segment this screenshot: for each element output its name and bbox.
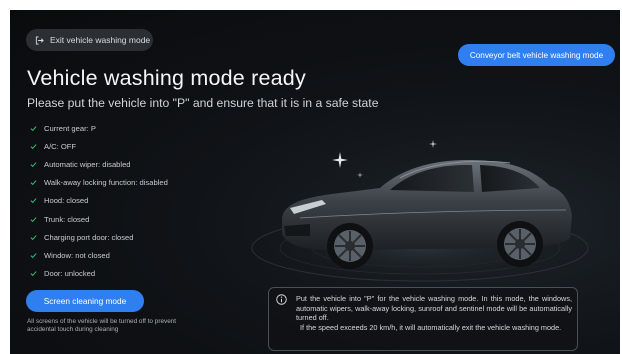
check-icon (30, 162, 37, 168)
info-box: Put the vehicle into "P" for the vehicle… (268, 287, 578, 351)
info-line-2: If the speed exceeds 20 km/h, it will au… (300, 322, 562, 332)
car-image (244, 160, 596, 286)
check-icon (30, 234, 37, 240)
check-icon (30, 125, 37, 131)
status-item-gear: Current gear: P (30, 119, 168, 137)
exit-icon (35, 35, 44, 45)
conveyor-belt-mode-button[interactable]: Conveyor belt vehicle washing mode (458, 44, 615, 66)
status-list: Current gear: P A/C: OFF Automatic wiper… (30, 119, 168, 283)
status-item-walk-away-lock: Walk-away locking function: disabled (30, 174, 168, 192)
check-icon (30, 198, 37, 204)
status-item-wiper: Automatic wiper: disabled (30, 155, 168, 173)
status-item-hood: Hood: closed (30, 192, 168, 210)
status-item-ac: A/C: OFF (30, 137, 168, 155)
washing-mode-screen: Exit vehicle washing mode Conveyor belt … (10, 10, 620, 354)
status-item-door: Door: unlocked (30, 265, 168, 283)
check-icon (30, 216, 37, 222)
status-item-charging-port: Charging port door: closed (30, 228, 168, 246)
page-title: Vehicle washing mode ready (27, 66, 306, 90)
status-item-trunk: Trunk: closed (30, 210, 168, 228)
exit-button-label: Exit vehicle washing mode (50, 35, 151, 45)
info-icon (276, 294, 287, 305)
check-icon (30, 253, 37, 259)
exit-washing-mode-button[interactable]: Exit vehicle washing mode (26, 29, 153, 51)
page-subtitle: Please put the vehicle into "P" and ensu… (27, 96, 379, 110)
screen-cleaning-mode-button[interactable]: Screen cleaning mode (26, 290, 144, 312)
status-item-window: Window: not closed (30, 246, 168, 264)
screen-cleaning-note: All screens of the vehicle will be turne… (27, 318, 177, 333)
info-text: Put the vehicle into "P" for the vehicle… (296, 294, 572, 332)
check-icon (30, 180, 37, 186)
check-icon (30, 144, 37, 149)
check-icon (30, 271, 37, 277)
info-line-1: Put the vehicle into "P" for the vehicle… (296, 294, 572, 323)
